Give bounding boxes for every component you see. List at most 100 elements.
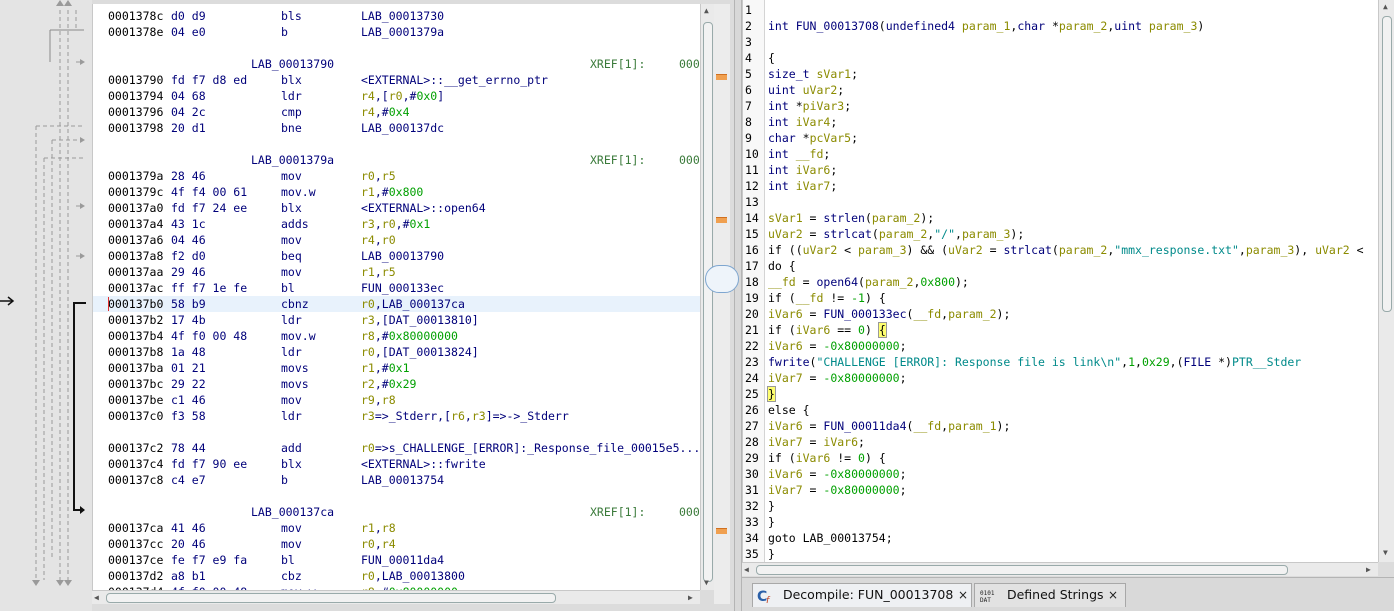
code-text[interactable]: size_t sVar1; — [768, 66, 858, 82]
scroll-right-icon[interactable]: ▶ — [688, 593, 693, 603]
listing-instruction-row[interactable]: 000137bc 29 22 movs r2,#0x29 — [93, 376, 700, 392]
code-line[interactable]: do { — [743, 258, 1378, 274]
instruction-mnemonic[interactable]: mov.w — [281, 328, 316, 344]
xref-address[interactable]: 000 — [679, 504, 700, 520]
listing-instruction-row[interactable]: 00013794 04 68 ldr r4,[r0,#0x0] — [93, 88, 700, 104]
code-line[interactable]: goto LAB_00013754; — [743, 530, 1378, 546]
instruction-mnemonic[interactable]: mov.w — [281, 184, 316, 200]
instruction-address[interactable]: 000137cc — [108, 536, 163, 552]
listing-instruction-row[interactable]: 0001379a 28 46 mov r0,r5 — [93, 168, 700, 184]
code-line[interactable]: iVar7 = -0x80000000; — [743, 482, 1378, 498]
code-text[interactable]: else { — [768, 402, 810, 418]
instruction-mnemonic[interactable]: add — [281, 440, 302, 456]
instruction-bytes[interactable]: 1a 48 — [171, 344, 206, 360]
code-text[interactable]: if (iVar6 == 0) { — [768, 322, 887, 338]
code-text[interactable]: sVar1 = strlen(param_2); — [768, 210, 934, 226]
code-text[interactable]: } — [768, 498, 775, 514]
code-line[interactable] — [743, 34, 1378, 50]
listing-instruction-row[interactable]: 000137b0 58 b9 cbnz r0,LAB_000137ca — [93, 296, 700, 312]
code-line[interactable]: uVar2 = strlcat(param_2,"/",param_3); — [743, 226, 1378, 242]
instruction-operands[interactable]: r4,[r0,#0x0] — [361, 88, 444, 104]
instruction-address[interactable]: 00013798 — [108, 120, 163, 136]
code-line[interactable]: size_t sVar1; — [743, 66, 1378, 82]
instruction-bytes[interactable]: a8 b1 — [171, 568, 206, 584]
instruction-operands[interactable]: r0,[DAT_00013824] — [361, 344, 479, 360]
code-line[interactable]: int iVar4; — [743, 114, 1378, 130]
overview-marker[interactable] — [716, 74, 727, 80]
tab-defined-strings[interactable]: 0101 DAT Defined Strings × — [974, 583, 1126, 607]
instruction-address[interactable]: 00013794 — [108, 88, 163, 104]
listing-instruction-row[interactable]: 000137ac ff f7 1e fe bl FUN_000133ec — [93, 280, 700, 296]
code-line[interactable]: int *piVar3; — [743, 98, 1378, 114]
xref-label[interactable]: XREF[1]: — [590, 504, 645, 520]
instruction-operands[interactable]: r4,#0x4 — [361, 104, 410, 120]
listing-instruction-row[interactable]: 000137aa 29 46 mov r1,r5 — [93, 264, 700, 280]
instruction-mnemonic[interactable]: blx — [281, 72, 302, 88]
instruction-bytes[interactable]: 41 46 — [171, 520, 206, 536]
instruction-address[interactable]: 000137bc — [108, 376, 163, 392]
instruction-mnemonic[interactable]: bl — [281, 552, 295, 568]
instruction-bytes[interactable]: 28 46 — [171, 168, 206, 184]
code-text[interactable]: char *pcVar5; — [768, 130, 858, 146]
instruction-address[interactable]: 0001378e — [108, 24, 163, 40]
decompiler-horizontal-scrollbar[interactable]: ◀ ▶ — [742, 562, 1378, 576]
listing-instruction-row[interactable]: 000137c4 fd f7 90 ee blx <EXTERNAL>::fwrite — [93, 456, 700, 472]
instruction-bytes[interactable]: 04 46 — [171, 232, 206, 248]
code-text[interactable]: iVar6 = FUN_00011da4(__fd,param_1); — [768, 418, 1010, 434]
instruction-mnemonic[interactable]: movs — [281, 360, 309, 376]
code-text[interactable]: if ((uVar2 < param_3) && (uVar2 = strlca… — [768, 242, 1364, 258]
listing-instruction-row[interactable]: 000137ca 41 46 mov r1,r8 — [93, 520, 700, 536]
code-text[interactable]: } — [767, 386, 776, 402]
listing-hscroll-thumb[interactable] — [106, 593, 556, 603]
scroll-up-icon[interactable]: ▲ — [704, 6, 709, 16]
listing-instruction-row[interactable]: 000137a6 04 46 mov r4,r0 — [93, 232, 700, 248]
code-line[interactable]: if (iVar6 != 0) { — [743, 450, 1378, 466]
code-text[interactable]: uint uVar2; — [768, 82, 844, 98]
code-text[interactable]: iVar7 = -0x80000000; — [768, 482, 907, 498]
instruction-mnemonic[interactable]: blx — [281, 456, 302, 472]
instruction-bytes[interactable]: 20 d1 — [171, 120, 206, 136]
instruction-mnemonic[interactable]: b — [281, 24, 288, 40]
code-line[interactable]: iVar6 = FUN_00011da4(__fd,param_1); — [743, 418, 1378, 434]
decompiler-view[interactable]: 1 2 3 4 5 6 7 8 9 10 11 12 13 14 15 16 17 18 19 20 21 22 23 24 2… — [742, 0, 1378, 562]
code-line[interactable]: if (iVar6 == 0) { — [743, 322, 1378, 338]
instruction-mnemonic[interactable]: bls — [281, 8, 302, 24]
decompiler-vertical-scrollbar[interactable]: ▲ ▼ — [1378, 0, 1394, 562]
instruction-mnemonic[interactable]: mov — [281, 232, 302, 248]
code-line[interactable] — [743, 194, 1378, 210]
code-line[interactable] — [743, 2, 1378, 18]
decompiler-hscroll-thumb[interactable] — [756, 565, 1288, 575]
instruction-operands[interactable]: r1,#0x800 — [361, 184, 423, 200]
code-line[interactable]: if ((uVar2 < param_3) && (uVar2 = strlca… — [743, 242, 1378, 258]
code-line[interactable]: fwrite("CHALLENGE [ERROR]: Response file… — [743, 354, 1378, 370]
code-text[interactable]: int iVar7; — [768, 178, 837, 194]
instruction-mnemonic[interactable]: bne — [281, 120, 302, 136]
listing-vertical-scrollbar[interactable]: ▲ ▼ — [700, 4, 714, 590]
listing-instruction-row[interactable]: 00013796 04 2c cmp r4,#0x4 — [93, 104, 700, 120]
instruction-bytes[interactable]: 04 68 — [171, 88, 206, 104]
instruction-operands[interactable]: LAB_00013730 — [361, 8, 444, 24]
instruction-operands[interactable]: r9,r8 — [361, 392, 396, 408]
instruction-operands[interactable]: LAB_000137dc — [361, 120, 444, 136]
code-line[interactable]: iVar6 = -0x80000000; — [743, 466, 1378, 482]
instruction-operands[interactable]: LAB_0001379a — [361, 24, 444, 40]
code-line[interactable]: int iVar6; — [743, 162, 1378, 178]
instruction-address[interactable]: 000137ce — [108, 552, 163, 568]
instruction-bytes[interactable]: 17 4b — [171, 312, 206, 328]
instruction-address[interactable]: 000137d2 — [108, 568, 163, 584]
code-line[interactable]: uint uVar2; — [743, 82, 1378, 98]
code-line[interactable]: iVar6 = FUN_000133ec(__fd,param_2); — [743, 306, 1378, 322]
instruction-address[interactable]: 000137ac — [108, 280, 163, 296]
instruction-bytes[interactable]: f3 58 — [171, 408, 206, 424]
instruction-operands[interactable]: r1,#0x1 — [361, 360, 410, 376]
instruction-bytes[interactable]: d0 d9 — [171, 8, 206, 24]
instruction-bytes[interactable]: c1 46 — [171, 392, 206, 408]
code-text[interactable]: fwrite("CHALLENGE [ERROR]: Response file… — [768, 354, 1301, 370]
instruction-operands[interactable]: FUN_000133ec — [361, 280, 444, 296]
code-line[interactable]: } — [743, 498, 1378, 514]
code-text[interactable]: iVar7 = iVar6; — [768, 434, 865, 450]
instruction-bytes[interactable]: 29 46 — [171, 264, 206, 280]
instruction-operands[interactable]: r0=>s_CHALLENGE_[ERROR]:_Response_file_0… — [361, 440, 700, 456]
code-line[interactable]: else { — [743, 402, 1378, 418]
scroll-up-icon[interactable]: ▲ — [1383, 2, 1388, 12]
